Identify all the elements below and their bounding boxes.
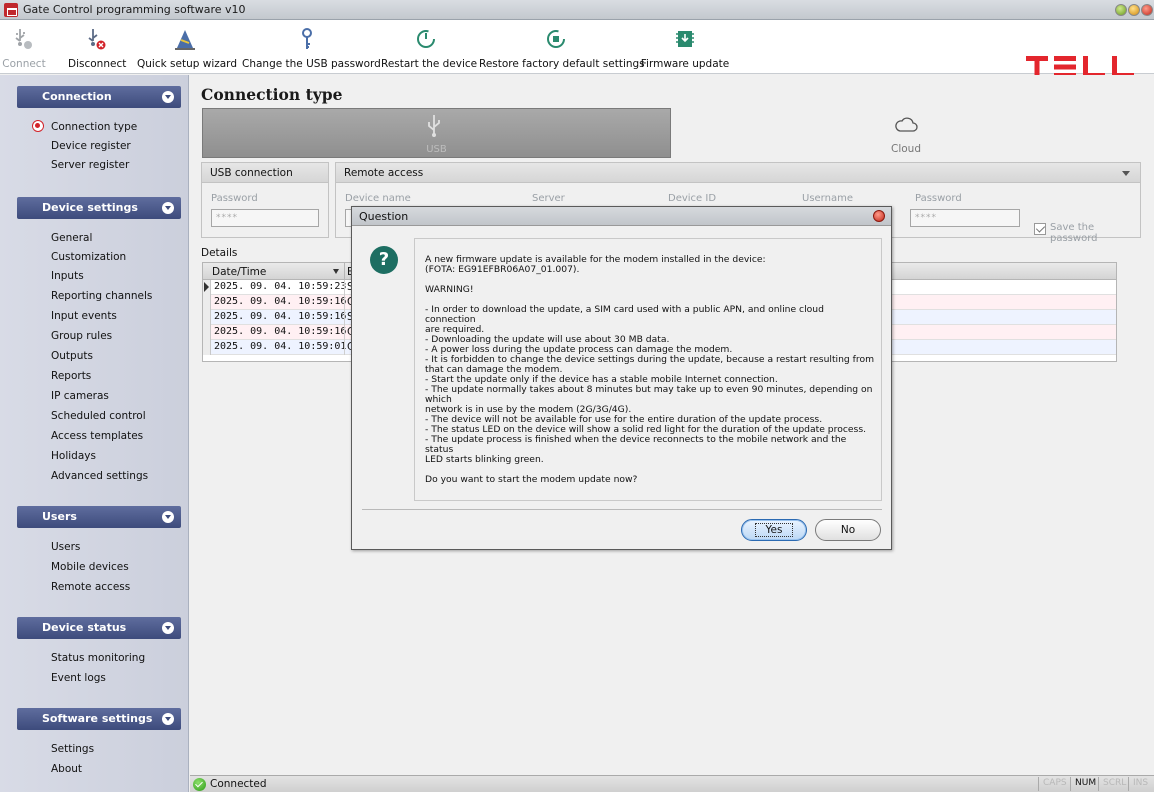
connect-button[interactable]: Connect <box>2 20 46 74</box>
num-indicator: NUM <box>1070 777 1100 791</box>
sidebar-section-software-settings[interactable]: Software settings <box>17 708 181 730</box>
app-icon <box>4 3 18 17</box>
sidebar-item-outputs[interactable]: Outputs <box>51 350 93 362</box>
sidebar-item-group-rules[interactable]: Group rules <box>51 330 112 342</box>
current-row-icon <box>204 282 209 292</box>
sidebar-section-device-settings[interactable]: Device settings <box>17 197 181 219</box>
restore-factory-defaults-button[interactable]: Restore factory default settings <box>479 20 645 74</box>
connected-check-icon <box>193 778 206 791</box>
sidebar-item-general[interactable]: General <box>51 232 92 244</box>
dialog-message-box: A new firmware update is available for t… <box>414 238 882 501</box>
sidebar-section-device-status[interactable]: Device status <box>17 617 181 639</box>
scroll-indicator: SCRL <box>1098 777 1130 791</box>
title-bar: Gate Control programming software v10 <box>0 0 1154 20</box>
question-icon: ? <box>370 246 398 274</box>
sort-down-icon[interactable] <box>333 269 339 274</box>
selected-radio-icon <box>32 120 44 132</box>
usb-icon <box>428 115 440 137</box>
usb-connection-panel: USB connection Password **** <box>201 162 329 238</box>
sidebar-item-inputs[interactable]: Inputs <box>51 270 84 282</box>
dialog-title: Question <box>359 210 409 223</box>
caps-indicator: CAPS <box>1038 777 1071 791</box>
sidebar-item-settings[interactable]: Settings <box>51 743 94 755</box>
sidebar-item-scheduled-control[interactable]: Scheduled control <box>51 410 146 422</box>
collapse-toggle-icon[interactable] <box>162 202 174 214</box>
firmware-update-button[interactable]: Firmware update <box>640 20 730 74</box>
sidebar-item-device-register[interactable]: Device register <box>51 140 131 152</box>
sidebar-section-connection[interactable]: Connection <box>17 86 181 108</box>
question-dialog: Question ? A new firmware update is avai… <box>351 206 892 550</box>
sidebar-item-ip-cameras[interactable]: IP cameras <box>51 390 109 402</box>
wizard-icon <box>175 30 195 50</box>
disconnect-button[interactable]: Disconnect <box>68 20 126 74</box>
change-usb-password-button[interactable]: Change the USB password <box>242 20 381 74</box>
dialog-divider <box>362 509 882 510</box>
cloud-connection-option[interactable]: Cloud <box>672 108 1140 158</box>
remote-password-field[interactable]: **** <box>910 209 1020 227</box>
usb-disconnect-icon <box>88 29 106 50</box>
status-bar: Connected CAPS NUM SCRL INS <box>190 775 1154 792</box>
sidebar-section-users[interactable]: Users <box>17 506 181 528</box>
sidebar-item-server-register[interactable]: Server register <box>51 159 129 171</box>
sidebar-item-status-monitoring[interactable]: Status monitoring <box>51 652 145 664</box>
sidebar-item-connection-type[interactable]: Connection type <box>51 121 137 133</box>
collapse-toggle-icon[interactable] <box>162 713 174 725</box>
page-title: Connection type <box>201 85 343 104</box>
window-title: Gate Control programming software v10 <box>23 3 246 16</box>
usb-disabled-icon <box>15 29 32 49</box>
save-password-checkbox[interactable] <box>1034 223 1046 235</box>
sidebar-item-customization[interactable]: Customization <box>51 251 126 263</box>
sidebar-item-input-events[interactable]: Input events <box>51 310 117 322</box>
panel-collapse-icon[interactable] <box>1122 171 1130 176</box>
collapse-toggle-icon[interactable] <box>162 91 174 103</box>
close-window-button[interactable] <box>1141 4 1153 16</box>
collapse-toggle-icon[interactable] <box>162 622 174 634</box>
chip-update-icon <box>676 31 694 47</box>
restart-icon <box>417 30 435 48</box>
connection-status: Connected <box>210 778 267 790</box>
details-label: Details <box>201 247 238 259</box>
restore-icon <box>547 30 565 48</box>
sidebar-item-users[interactable]: Users <box>51 541 80 553</box>
column-header-datetime[interactable]: Date/Time <box>212 266 266 278</box>
key-icon <box>302 28 312 49</box>
sidebar-item-advanced-settings[interactable]: Advanced settings <box>51 470 148 482</box>
sidebar-item-access-templates[interactable]: Access templates <box>51 430 143 442</box>
save-password-label: Save the password <box>1050 222 1098 244</box>
collapse-toggle-icon[interactable] <box>162 511 174 523</box>
minimize-button[interactable] <box>1115 4 1127 16</box>
sidebar-item-about[interactable]: About <box>51 763 82 775</box>
quick-setup-wizard-button[interactable]: Quick setup wizard <box>137 20 237 74</box>
dialog-close-icon[interactable] <box>873 210 885 222</box>
toolbar: Connect Disconnect Quick setup wizard Ch… <box>0 20 1154 78</box>
dialog-message: A new firmware update is available for t… <box>425 254 875 485</box>
dialog-title-bar: Question <box>352 207 891 226</box>
usb-connection-option[interactable]: USB <box>202 108 671 158</box>
cloud-icon <box>895 117 918 132</box>
usb-password-field[interactable]: **** <box>211 209 319 227</box>
insert-indicator: INS <box>1128 777 1152 791</box>
sidebar-item-remote-access[interactable]: Remote access <box>51 581 130 593</box>
sidebar-item-mobile-devices[interactable]: Mobile devices <box>51 561 129 573</box>
sidebar-item-reporting-channels[interactable]: Reporting channels <box>51 290 152 302</box>
no-button[interactable]: No <box>815 519 881 541</box>
sidebar-item-holidays[interactable]: Holidays <box>51 450 96 462</box>
sidebar: Connection Connection type Device regist… <box>0 75 189 792</box>
yes-button[interactable]: Yes <box>741 519 807 541</box>
restart-device-button[interactable]: Restart the device <box>381 20 477 74</box>
maximize-button[interactable] <box>1128 4 1140 16</box>
sidebar-item-reports[interactable]: Reports <box>51 370 91 382</box>
sidebar-item-event-logs[interactable]: Event logs <box>51 672 106 684</box>
